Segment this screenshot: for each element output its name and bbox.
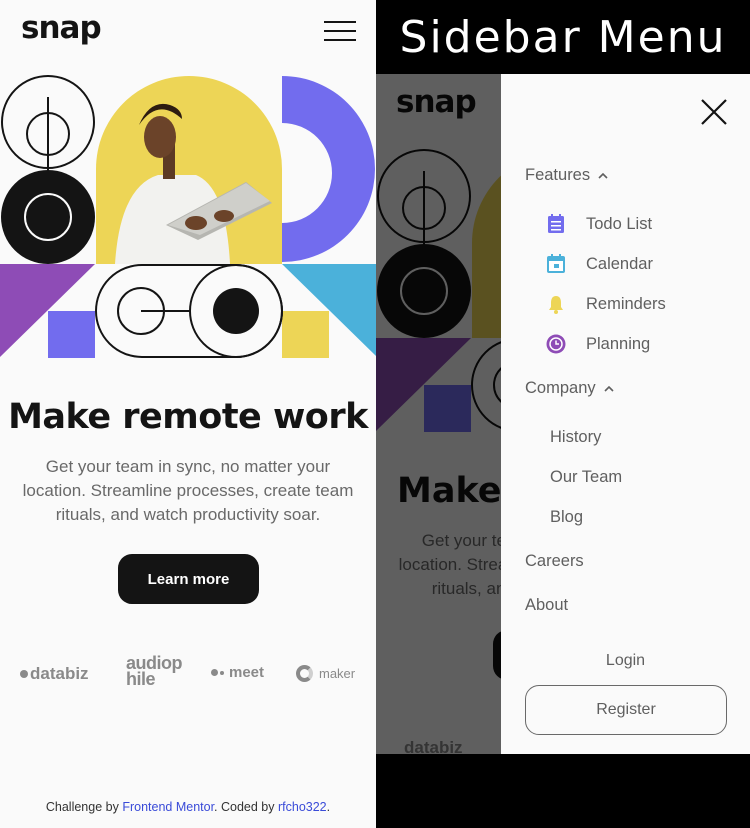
nav-company[interactable]: Company bbox=[525, 379, 614, 398]
client-logo-meet: meet bbox=[211, 664, 264, 681]
nav-blog[interactable]: Blog bbox=[550, 508, 583, 527]
databiz-dot-icon bbox=[20, 670, 28, 678]
nav-features[interactable]: Features bbox=[525, 166, 608, 185]
client-logo-databiz: databiz bbox=[20, 664, 89, 684]
yellow-square bbox=[282, 311, 329, 358]
purple-half-ring bbox=[282, 76, 375, 262]
nav-reminders[interactable]: Reminders bbox=[546, 294, 666, 314]
purple-square bbox=[48, 311, 95, 358]
nav-about[interactable]: About bbox=[525, 596, 568, 615]
chevron-up-icon bbox=[604, 385, 614, 392]
nav-planning[interactable]: Planning bbox=[546, 334, 650, 354]
sidebar-menu-panel: Sidebar Menu snap Make remote work Get y… bbox=[376, 0, 750, 828]
landing-page: snap Make remote work Get your team in s… bbox=[0, 0, 376, 828]
chevron-up-icon bbox=[598, 172, 608, 179]
mobile-screen-menu-open: snap Make remote work Get your team in s… bbox=[376, 74, 750, 754]
black-circle-2 bbox=[213, 288, 259, 334]
close-icon[interactable] bbox=[701, 99, 727, 125]
client-logo-maker: maker bbox=[296, 665, 355, 682]
bell-icon bbox=[549, 296, 563, 314]
attribution-footer: Challenge by Frontend Mentor. Coded by r… bbox=[45, 800, 331, 814]
nav-calendar[interactable]: Calendar bbox=[546, 254, 653, 274]
hamburger-menu-icon[interactable] bbox=[324, 21, 356, 41]
learn-more-button[interactable]: Learn more bbox=[118, 554, 259, 604]
snap-logo[interactable]: snap bbox=[21, 13, 102, 44]
nav-our-team[interactable]: Our Team bbox=[550, 468, 622, 487]
sidebar-drawer: Features Todo List Calendar Reminders Pl… bbox=[501, 74, 750, 754]
maker-swirl-icon bbox=[296, 665, 313, 682]
hero-subtext: Get your team in sync, no matter your lo… bbox=[22, 457, 354, 524]
hero-headline: Make remote work bbox=[8, 397, 368, 437]
hero-illustration bbox=[0, 75, 376, 358]
clock-icon bbox=[546, 334, 566, 354]
register-button[interactable]: Register bbox=[525, 685, 727, 735]
meet-dots-icon bbox=[211, 669, 218, 676]
author-link[interactable]: rfcho322 bbox=[278, 800, 327, 814]
nav-history[interactable]: History bbox=[550, 428, 601, 447]
nav-todo-list[interactable]: Todo List bbox=[546, 214, 652, 234]
sidebar-menu-caption: Sidebar Menu bbox=[399, 12, 727, 63]
login-link[interactable]: Login bbox=[501, 652, 750, 670]
calendar-icon bbox=[547, 254, 565, 273]
black-circle-1 bbox=[1, 170, 95, 264]
client-logos: databiz audiophile meet maker bbox=[0, 653, 376, 689]
todo-icon bbox=[548, 214, 564, 233]
client-logo-audiophile: audiophile bbox=[126, 653, 183, 689]
nav-careers[interactable]: Careers bbox=[525, 552, 584, 571]
frontend-mentor-link[interactable]: Frontend Mentor bbox=[122, 800, 214, 814]
